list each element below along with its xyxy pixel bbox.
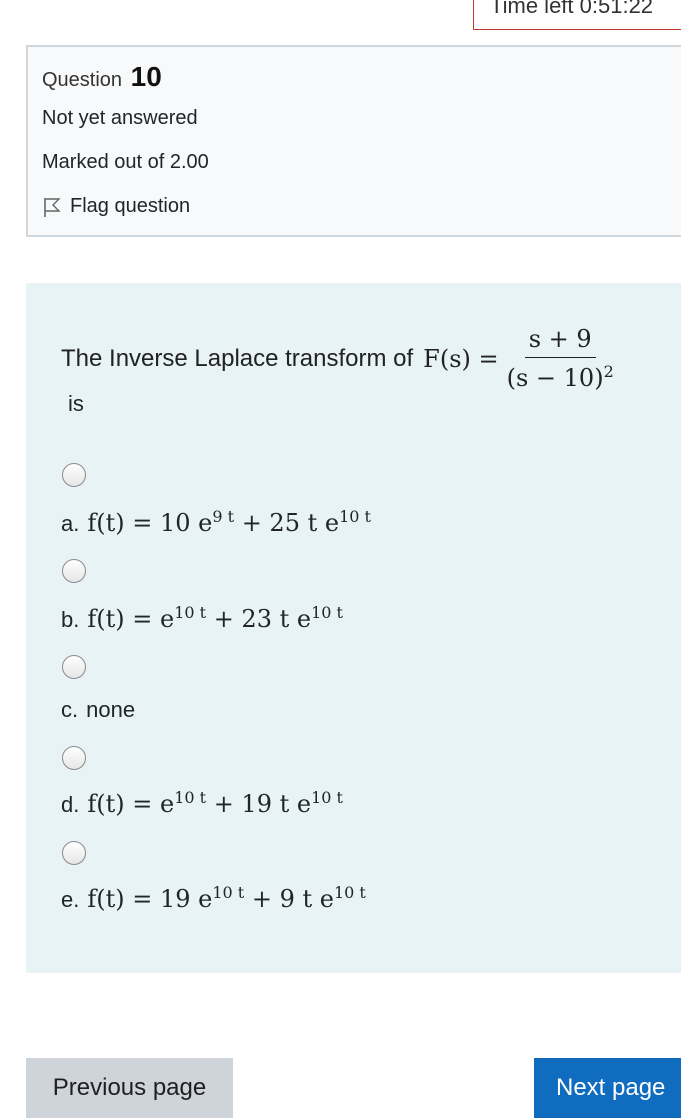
option-b-radio[interactable] xyxy=(62,559,86,583)
option-letter: a. xyxy=(61,511,80,536)
option-letter: d. xyxy=(61,792,80,817)
option-letter: c. xyxy=(61,697,79,722)
question-label: Question xyxy=(42,69,123,91)
fraction: s + 9 (s − 10)2 xyxy=(507,325,614,392)
fraction-denominator: (s − 10)2 xyxy=(507,358,614,392)
flag-icon xyxy=(44,197,61,217)
denominator-base: (s − 10) xyxy=(506,364,604,392)
option-formula: f(t) = e10 t + 23 t e10 t xyxy=(87,603,343,633)
question-info-panel: Question 10 Not yet answered Marked out … xyxy=(26,45,681,237)
option-letter: e. xyxy=(61,887,80,912)
question-state: Not yet answered xyxy=(42,107,198,129)
flag-question-label: Flag question xyxy=(70,195,191,217)
previous-page-button[interactable]: Previous page xyxy=(26,1058,233,1118)
option-e[interactable]: e. f(t) = 19 e10 t + 9 t e10 t xyxy=(61,883,366,913)
option-c-radio[interactable] xyxy=(62,655,86,679)
denominator-power: 2 xyxy=(603,362,614,381)
option-a[interactable]: a. f(t) = 10 e9 t + 25 t e10 t xyxy=(61,507,371,537)
question-prefix: The Inverse Laplace transform of xyxy=(61,344,414,372)
timer-text: Time left 0:51:22 xyxy=(490,0,654,18)
option-d[interactable]: d. f(t) = e10 t + 19 t e10 t xyxy=(61,788,343,818)
option-formula: f(t) = e10 t + 19 t e10 t xyxy=(87,788,343,818)
question-number: Question 10 xyxy=(42,61,162,93)
option-text: none xyxy=(86,697,136,722)
option-formula: f(t) = 10 e9 t + 25 t e10 t xyxy=(87,507,371,537)
question-content: The Inverse Laplace transform of F(s) = … xyxy=(26,283,681,973)
fs-label: F(s) = xyxy=(423,344,499,373)
option-b[interactable]: b. f(t) = e10 t + 23 t e10 t xyxy=(61,603,343,633)
question-grade: Marked out of 2.00 xyxy=(42,151,209,173)
option-letter: b. xyxy=(61,607,80,632)
flag-question-link[interactable]: Flag question xyxy=(42,195,190,218)
option-d-radio[interactable] xyxy=(62,746,86,770)
question-text: The Inverse Laplace transform of F(s) = … xyxy=(61,325,614,392)
question-number-value: 10 xyxy=(130,61,162,92)
option-formula: f(t) = 19 e10 t + 9 t e10 t xyxy=(87,883,366,913)
option-a-radio[interactable] xyxy=(62,463,86,487)
timer-box: Time left 0:51:22 xyxy=(473,0,681,30)
option-c[interactable]: c. none xyxy=(61,697,135,723)
question-suffix: is xyxy=(68,391,84,416)
option-e-radio[interactable] xyxy=(62,841,86,865)
next-page-button[interactable]: Next page xyxy=(534,1058,681,1118)
fraction-numerator: s + 9 xyxy=(524,325,596,358)
